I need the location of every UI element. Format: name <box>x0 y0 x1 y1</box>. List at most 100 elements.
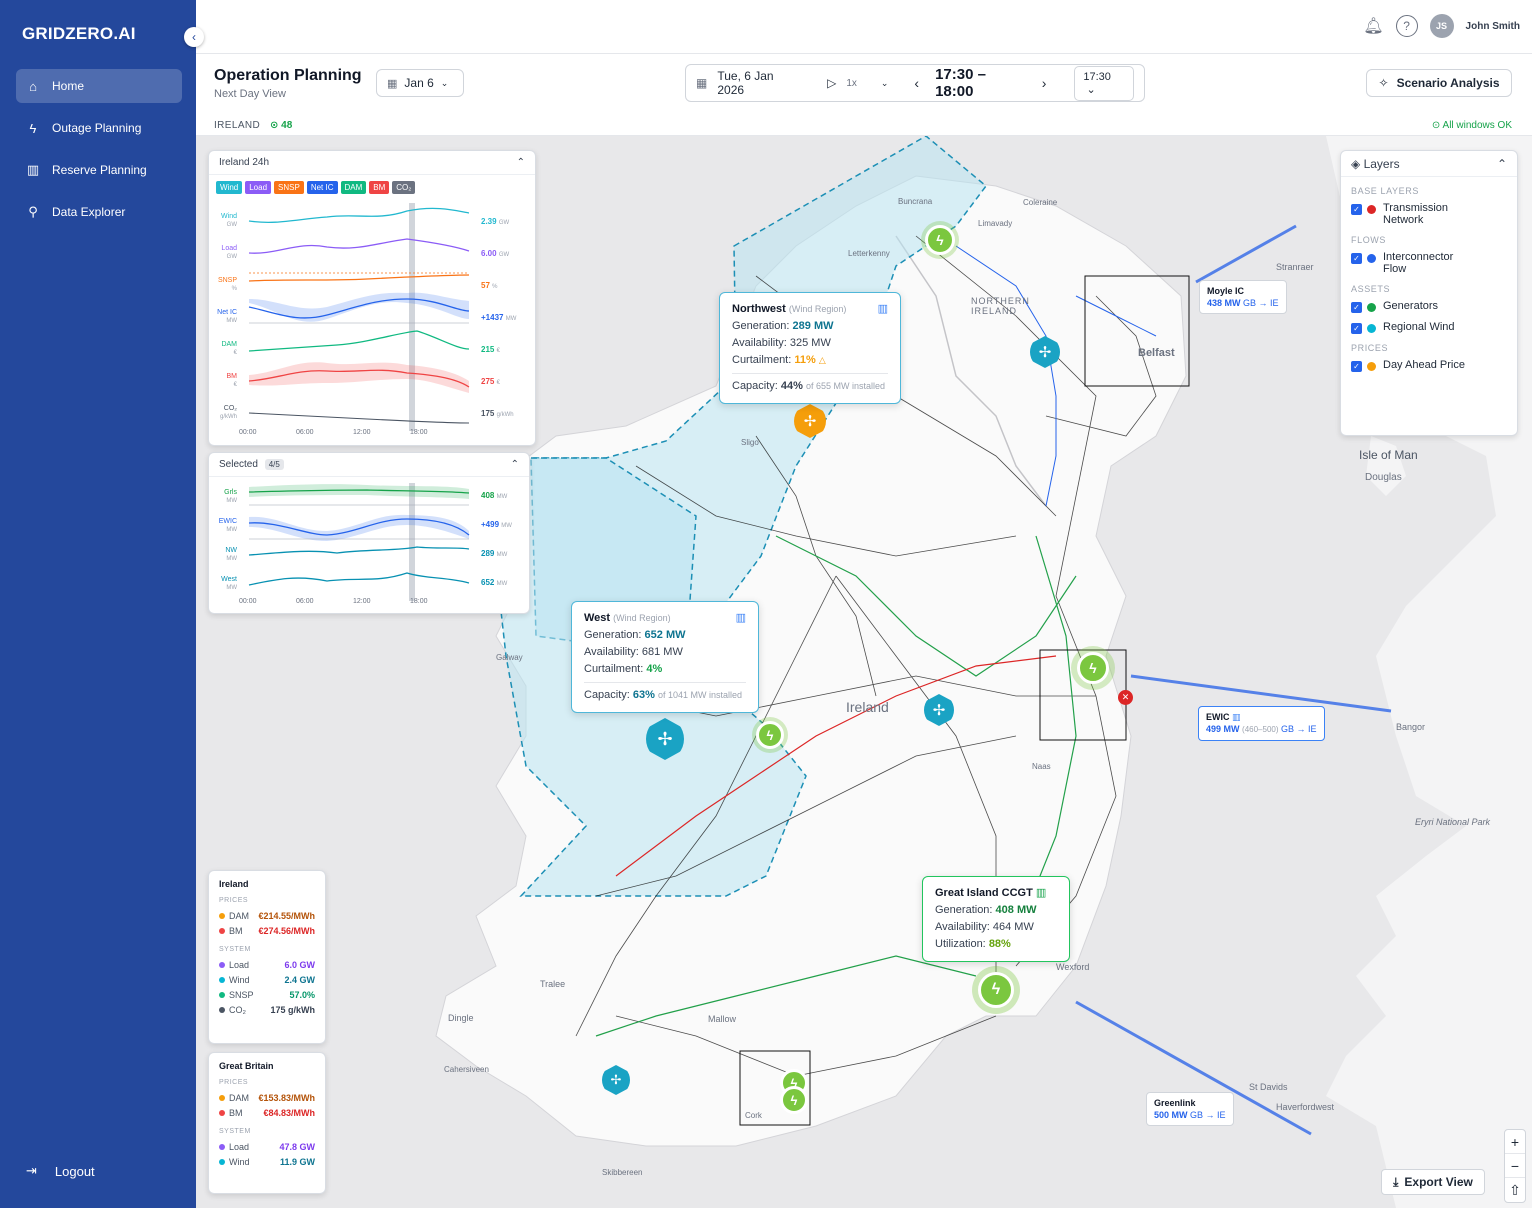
summary-row: SNSP 57.0% <box>219 987 315 1002</box>
chip-wind[interactable]: Wind <box>216 181 243 194</box>
prev-slot-icon[interactable]: ‹ <box>914 75 919 91</box>
spark-row: NW MW 289 MW <box>209 545 534 575</box>
summary-section: SYSTEM <box>219 1128 251 1135</box>
row-name: DAM <box>221 341 237 348</box>
chart-icon[interactable]: ▥ <box>1232 712 1241 722</box>
chip-co2[interactable]: CO₂ <box>392 181 416 194</box>
row-value: 289 <box>481 549 495 558</box>
help-icon[interactable]: ? <box>1395 15 1418 37</box>
cap-value: 44% <box>780 380 803 392</box>
avail-value: 464 MW <box>992 921 1034 933</box>
avail-label: Availability: <box>584 646 639 658</box>
speed-value[interactable]: 1x <box>846 78 857 89</box>
scenario-analysis-button[interactable]: ✧ Scenario Analysis <box>1366 69 1512 97</box>
slot-select[interactable]: 17:30 ⌄ <box>1074 65 1134 101</box>
map-view[interactable]: Ireland NORTHERN IRELAND Belfast Isle of… <box>196 136 1532 1208</box>
map-label-douglas: Douglas <box>1365 472 1402 483</box>
generator-icon[interactable]: ϟ <box>780 1086 808 1114</box>
moyle-ic-label[interactable]: Moyle IC 438 MW GB → IE <box>1199 280 1287 314</box>
nav-item-home[interactable]: ⌂ Home <box>16 69 182 103</box>
row-unit: € <box>233 382 237 388</box>
x-tick: 06:00 <box>296 598 314 605</box>
row-name: BM <box>226 373 238 380</box>
user-name[interactable]: John Smith <box>1466 21 1520 32</box>
chevron-up-icon[interactable]: ⌃ <box>517 157 525 168</box>
row-value-unit: € <box>496 380 500 386</box>
main-nav: ⌂ Home ϟ Outage Planning ▥ Reserve Planning… <box>16 69 182 237</box>
layer-transmission[interactable]: ✓ Transmission Network <box>1351 202 1517 226</box>
northwest-tooltip[interactable]: Northwest (Wind Region) ▥ Generation: 289… <box>719 292 901 404</box>
nav-label: Reserve Planning <box>52 163 147 177</box>
map-label-bangor: Bangor <box>1396 722 1426 732</box>
generator-icon[interactable]: ϟ <box>925 225 955 255</box>
outage-marker-icon[interactable]: ✕ <box>1118 690 1133 705</box>
export-label: Export View <box>1404 1175 1473 1189</box>
nav-item-reserve-planning[interactable]: ▥ Reserve Planning <box>16 153 182 187</box>
selected-count: 4/5 <box>264 459 284 470</box>
next-slot-icon[interactable]: › <box>1042 75 1047 91</box>
bell-icon[interactable]: 🔔︎ <box>1363 16 1383 36</box>
greenlink-label[interactable]: Greenlink 500 MW GB → IE <box>1146 1092 1234 1126</box>
great-island-tooltip[interactable]: Great Island CCGT ▥ Generation: 408 MW A… <box>922 876 1070 962</box>
summary-value: €153.83/MWh <box>258 1092 315 1103</box>
checkbox-icon[interactable]: ✓ <box>1351 204 1362 215</box>
checkbox-icon[interactable]: ✓ <box>1351 302 1362 313</box>
summary-row: DAM €214.55/MWh <box>219 908 315 923</box>
avatar[interactable]: JS <box>1429 14 1454 38</box>
layer-interconnector-flow[interactable]: ✓ Interconnector Flow <box>1351 251 1517 275</box>
zoom-controls: + − ⇧ <box>1504 1129 1526 1203</box>
layer-regional-wind[interactable]: ✓ Regional Wind <box>1351 321 1517 334</box>
row-value-unit: % <box>492 284 498 290</box>
chip-load[interactable]: Load <box>245 181 272 194</box>
date-value[interactable]: Tue, 6 Jan 2026 <box>717 69 801 97</box>
summary-row: Load 6.0 GW <box>219 957 315 972</box>
checkbox-icon[interactable]: ✓ <box>1351 253 1362 264</box>
collapse-sidebar-button[interactable]: ‹ <box>184 27 204 47</box>
chip-dam[interactable]: DAM <box>340 181 367 194</box>
day-value: Jan 6 <box>404 76 434 90</box>
sparkle-icon: ✧ <box>1378 76 1389 90</box>
chart-icon[interactable]: ▥ <box>1036 887 1046 899</box>
logout-button[interactable]: ⇥ Logout <box>26 1163 95 1179</box>
reset-north-button[interactable]: ⇧ <box>1505 1178 1525 1202</box>
generator-icon[interactable]: ϟ <box>1077 652 1109 684</box>
chart-icon[interactable]: ▥ <box>736 610 746 627</box>
nav-item-data-explorer[interactable]: ⚲ Data Explorer <box>16 195 182 229</box>
chevron-down-icon[interactable]: ⌄ <box>881 78 889 89</box>
chart-icon[interactable]: ▥ <box>878 301 888 318</box>
chevron-up-icon[interactable]: ⌃ <box>1497 157 1507 171</box>
ic-direction: GB → IE <box>1243 298 1279 308</box>
generator-icon[interactable]: ϟ <box>756 721 784 749</box>
row-unit: GW <box>226 222 237 228</box>
day-selector[interactable]: ▦ Jan 6 ⌄ <box>376 69 464 97</box>
generator-icon[interactable]: ϟ <box>978 972 1014 1008</box>
row-unit: % <box>231 286 237 292</box>
chevron-up-icon[interactable]: ⌃ <box>511 459 519 470</box>
page-title: Operation Planning <box>214 67 362 84</box>
chip-bm[interactable]: BM <box>369 181 390 194</box>
row-unit: GW <box>226 254 237 260</box>
zoom-in-button[interactable]: + <box>1505 1130 1525 1154</box>
ewic-label[interactable]: EWIC ▥ 499 MW (460–500) GB → IE <box>1198 706 1325 741</box>
checkbox-icon[interactable]: ✓ <box>1351 323 1362 334</box>
x-tick: 06:00 <box>296 429 314 436</box>
chip-net-ic[interactable]: Net IC <box>306 181 338 194</box>
layer-day-ahead-price[interactable]: ✓ Day Ahead Price <box>1351 359 1517 372</box>
zoom-out-button[interactable]: − <box>1505 1154 1525 1178</box>
summary-value: €274.56/MWh <box>258 925 315 936</box>
nav-item-outage-planning[interactable]: ϟ Outage Planning <box>16 111 182 145</box>
chip-snsp[interactable]: SNSP <box>274 181 304 194</box>
export-view-button[interactable]: ⤓ Export View <box>1381 1169 1485 1195</box>
sidebar: GRIDZERO.AI ⌂ Home ϟ Outage Planning ▥ Rese… <box>0 0 196 1208</box>
play-icon[interactable]: ▷ <box>827 76 836 90</box>
row-name: West <box>221 576 237 583</box>
checkbox-icon[interactable]: ✓ <box>1351 361 1362 372</box>
layer-generators[interactable]: ✓ Generators <box>1351 300 1517 313</box>
region-label: IRELAND <box>214 120 261 131</box>
summary-section: PRICES <box>219 897 249 904</box>
summary-row: DAM €153.83/MWh <box>219 1090 315 1105</box>
layer-label: Day Ahead Price <box>1383 359 1465 371</box>
west-tooltip[interactable]: West (Wind Region) ▥ Generation: 652 MW A… <box>571 601 759 713</box>
gen-label: Generation: <box>935 904 993 916</box>
map-label-cahersiveen: Cahersiveen <box>444 1065 489 1074</box>
